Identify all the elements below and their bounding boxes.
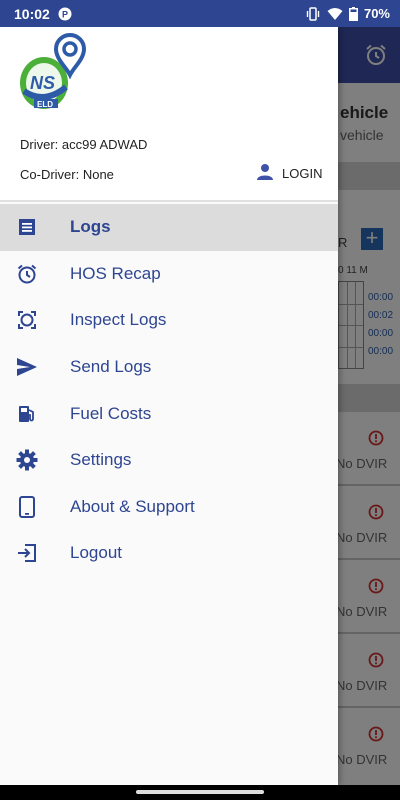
status-bar: 10:02 P 70%: [0, 0, 400, 27]
fuel-icon: [0, 404, 70, 424]
drawer-header: NS ELD Driver: acc99 ADWAD Co-Driver: No…: [0, 27, 338, 202]
alarm-clock-icon: [0, 263, 70, 285]
driver-info: Driver: acc99 ADWAD: [20, 137, 148, 152]
phone-icon: [0, 495, 70, 518]
menu-label: Logout: [70, 543, 122, 563]
home-gesture-pill[interactable]: [136, 790, 264, 794]
codriver-info: Co-Driver: None: [20, 167, 114, 182]
battery-icon: [348, 6, 358, 21]
menu-label: HOS Recap: [70, 263, 161, 283]
menu-label: Inspect Logs: [70, 310, 167, 330]
menu-item-logs[interactable]: Logs: [0, 204, 338, 251]
menu-label: Logs: [70, 217, 111, 237]
gear-icon: [0, 449, 70, 471]
logs-icon: [0, 217, 70, 237]
svg-text:NS: NS: [30, 73, 55, 93]
wifi-icon: [327, 7, 343, 21]
menu-label: Send Logs: [70, 357, 152, 377]
send-icon: [0, 357, 70, 377]
system-nav-bar: [0, 785, 400, 800]
menu-label: About & Support: [70, 496, 195, 516]
menu-label: Fuel Costs: [70, 403, 152, 423]
menu-item-send-logs[interactable]: Send Logs: [0, 344, 338, 391]
menu-item-settings[interactable]: Settings: [0, 437, 338, 484]
eld-logo: NS ELD: [18, 31, 92, 120]
battery-level: 70%: [363, 6, 390, 21]
svg-text:P: P: [62, 9, 68, 19]
drawer-menu: Logs HOS Recap Inspect Logs Send Logs Fu…: [0, 204, 338, 577]
menu-item-fuel-costs[interactable]: Fuel Costs: [0, 390, 338, 437]
status-time: 10:02: [14, 5, 50, 22]
vibrate-icon: [305, 6, 321, 21]
person-icon: [256, 163, 274, 184]
menu-label: Settings: [70, 450, 132, 470]
logout-icon: [0, 543, 70, 563]
login-label: LOGIN: [282, 166, 323, 181]
inspect-icon: [0, 310, 70, 330]
menu-item-hos-recap[interactable]: HOS Recap: [0, 251, 338, 298]
app-notification-icon: P: [58, 7, 72, 21]
login-button[interactable]: LOGIN: [256, 163, 322, 184]
menu-item-about-support[interactable]: About & Support: [0, 484, 338, 531]
menu-item-logout[interactable]: Logout: [0, 530, 338, 577]
svg-text:ELD: ELD: [37, 100, 53, 109]
menu-item-inspect-logs[interactable]: Inspect Logs: [0, 297, 338, 344]
navigation-drawer: NS ELD Driver: acc99 ADWAD Co-Driver: No…: [0, 27, 338, 785]
